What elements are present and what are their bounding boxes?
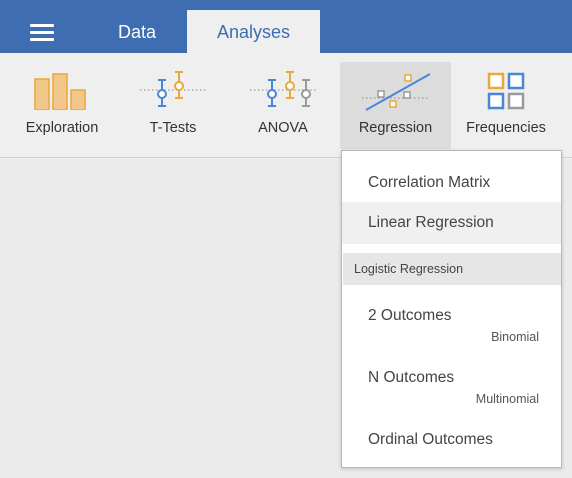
menu-item-label: Ordinal Outcomes <box>368 431 493 448</box>
regression-icon <box>340 70 451 112</box>
menu-item-linear-regression[interactable]: Linear Regression <box>342 202 561 244</box>
frequencies-button[interactable]: Frequencies <box>460 62 552 149</box>
analyses-ribbon: Exploration T-Tests ANOVA Regression Fre… <box>0 53 572 158</box>
exploration-button[interactable]: Exploration <box>12 62 112 149</box>
menu-group-header-logistic-regression: Logistic Regression <box>343 253 561 285</box>
menu-item-label: N Outcomes <box>368 369 455 386</box>
regression-label: Regression <box>358 120 433 136</box>
menu-item-ordinal-outcomes[interactable]: Ordinal Outcomes <box>342 421 561 457</box>
menu-item-2-outcomes[interactable]: 2 Outcomes Binomial <box>342 297 561 349</box>
menu-item-n-outcomes[interactable]: N Outcomes Multinomial <box>342 359 561 411</box>
frequencies-icon <box>460 70 552 112</box>
hamburger-menu-icon[interactable] <box>30 24 54 41</box>
t-test-icon <box>128 70 218 112</box>
tab-analyses[interactable]: Analyses <box>187 10 320 53</box>
tab-data[interactable]: Data <box>100 10 174 53</box>
menu-item-label: 2 Outcomes <box>368 307 452 324</box>
regression-dropdown-menu: Correlation Matrix Linear Regression Log… <box>341 150 562 468</box>
menu-item-sublabel: Multinomial <box>475 392 539 406</box>
anova-icon <box>238 70 328 112</box>
menu-item-label: Correlation Matrix <box>368 174 491 191</box>
exploration-label: Exploration <box>25 120 99 136</box>
menu-item-correlation-matrix[interactable]: Correlation Matrix <box>342 166 561 200</box>
frequencies-label: Frequencies <box>466 120 546 136</box>
t-tests-label: T-Tests <box>149 120 197 136</box>
group-label: Logistic Regression <box>354 262 464 276</box>
t-tests-button[interactable]: T-Tests <box>128 62 218 149</box>
regression-button[interactable]: Regression <box>340 62 451 149</box>
menu-item-sublabel: Binomial <box>491 330 539 344</box>
anova-label: ANOVA <box>258 120 308 136</box>
anova-button[interactable]: ANOVA <box>238 62 328 149</box>
bar-chart-icon <box>12 70 112 112</box>
menu-item-label: Linear Regression <box>368 214 494 231</box>
top-tab-bar: Data Analyses <box>0 0 572 53</box>
